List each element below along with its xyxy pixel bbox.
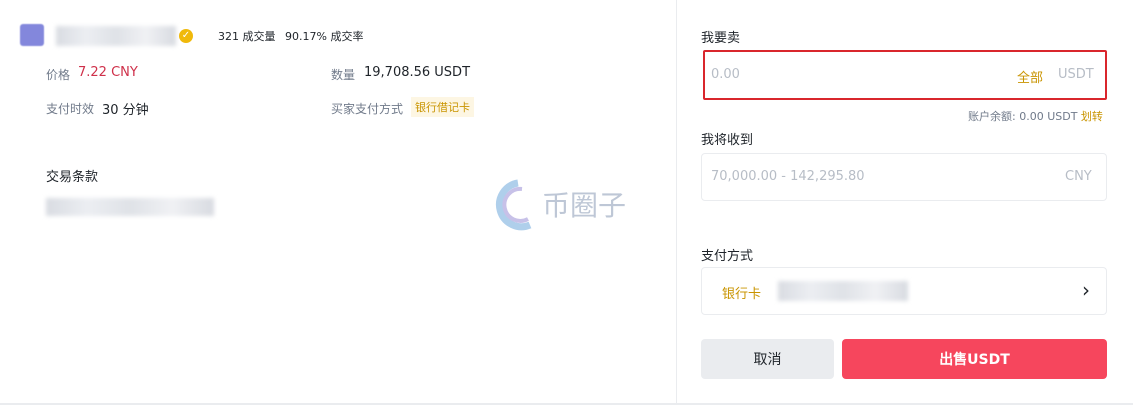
receive-amount-field[interactable]: 70,000.00 - 142,295.80 CNY <box>701 153 1107 201</box>
watermark-logo: 币圈子 <box>495 179 626 231</box>
merchant-name-blurred <box>56 26 176 46</box>
price-label: 价格 <box>46 68 71 82</box>
sell-amount-label: 我要卖 <box>701 31 741 46</box>
payment-account-blurred <box>778 281 908 301</box>
merchant-avatar <box>20 24 44 46</box>
verified-icon: ✓ <box>179 29 193 43</box>
buyer-payment-label: 买家支付方式 <box>331 102 404 116</box>
sell-unit: USDT <box>1058 67 1094 82</box>
payment-time-label: 支付时效 <box>46 102 95 116</box>
sell-amount-input[interactable]: 0.00 <box>711 67 740 82</box>
payment-time-value: 30 分钟 <box>102 103 149 118</box>
account-balance: 账户余额: 0.00 USDT 划转 <box>968 108 1103 124</box>
terms-content-blurred <box>46 198 214 216</box>
chevron-right-icon: › <box>1082 278 1090 302</box>
payment-method-select[interactable]: 银行卡 › <box>701 267 1107 315</box>
sell-usdt-button[interactable]: 出售USDT <box>842 339 1107 379</box>
cancel-button[interactable]: 取消 <box>701 339 834 379</box>
payment-method-label: 支付方式 <box>701 249 754 264</box>
receive-amount-input[interactable]: 70,000.00 - 142,295.80 <box>711 169 865 184</box>
receive-unit: CNY <box>1065 169 1092 184</box>
sell-amount-field[interactable]: 0.00 全部 USDT <box>703 50 1107 100</box>
panel-divider <box>676 0 677 405</box>
payment-method-value: 银行卡 <box>722 287 762 302</box>
receive-label: 我将收到 <box>701 133 754 148</box>
quantity-label: 数量 <box>331 68 356 82</box>
buyer-payment-badge: 银行借记卡 <box>411 97 474 117</box>
price-value: 7.22 CNY <box>78 65 138 80</box>
watermark-text: 币圈子 <box>542 189 626 222</box>
orders-count: 321 成交量 <box>218 30 276 43</box>
completion-rate: 90.17% 成交率 <box>285 30 364 43</box>
transfer-link[interactable]: 划转 <box>1081 110 1103 123</box>
sell-all-link[interactable]: 全部 <box>1017 67 1043 86</box>
quantity-value: 19,708.56 USDT <box>364 65 471 80</box>
terms-title: 交易条款 <box>46 170 99 185</box>
balance-text: 账户余额: 0.00 USDT <box>968 110 1078 123</box>
